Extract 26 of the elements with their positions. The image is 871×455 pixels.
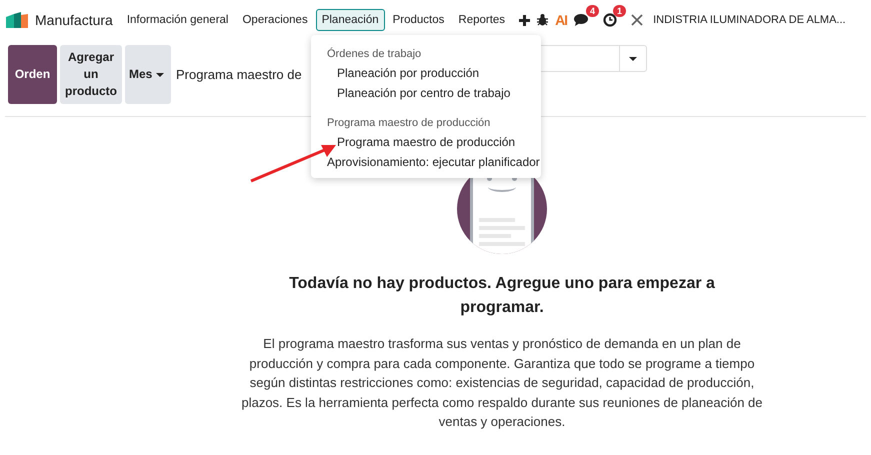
notification-badge: 1 [613,5,626,17]
period-dropdown-button[interactable]: Mes [125,45,171,104]
action-button[interactable]: Orden [8,45,57,104]
page-title: Programa maestro de [176,67,302,82]
nav-menu-item[interactable]: Operaciones [236,9,314,31]
caret-icon[interactable] [628,56,637,60]
app-logo-icon [6,12,28,28]
clock-icon[interactable] [603,13,618,27]
notification-badge: 4 [586,5,600,17]
app-name[interactable]: Manufactura [35,12,113,28]
action-button[interactable]: Agregar un producto [60,45,122,104]
nav-menu-item[interactable]: Planeación [316,9,385,31]
empty-state-description: El programa maestro trasforma sus ventas y pronóstico de demanda en un plan de producción y compra para cada componente. Garantiza que todo se programe a tiempo según distintas restricciones como: existencias de seguridad, capacidad de producción, plazos. Es la herramienta perfecta como respaldo durante sus reuniones de planeación de ventas y operaciones. [240,335,764,431]
company-name[interactable]: INDISTRIA ILUMINADORA DE ALMA... [653,14,846,26]
caret-icon [156,72,164,76]
dropdown-menu-item[interactable]: Planeación por producción [311,63,541,83]
dropdown-menu-item[interactable]: Programa maestro de producción [311,132,541,152]
plus-icon[interactable] [519,14,530,26]
dropdown-menu-item[interactable]: Aprovisionamiento: ejecutar planificador [311,152,541,172]
bug-icon[interactable] [537,14,548,26]
empty-state-title: Todavía no hay productos. Agregue uno para empezar a programar. [288,274,716,318]
nav-menu-item[interactable]: Productos [386,9,450,31]
nav-menu-item[interactable]: Información general [120,9,234,31]
dropdown-menu-item[interactable]: Planeación por centro de trabajo [311,83,541,103]
chat-icon[interactable] [574,13,590,27]
nav-menu-item[interactable]: Reportes [452,9,512,31]
